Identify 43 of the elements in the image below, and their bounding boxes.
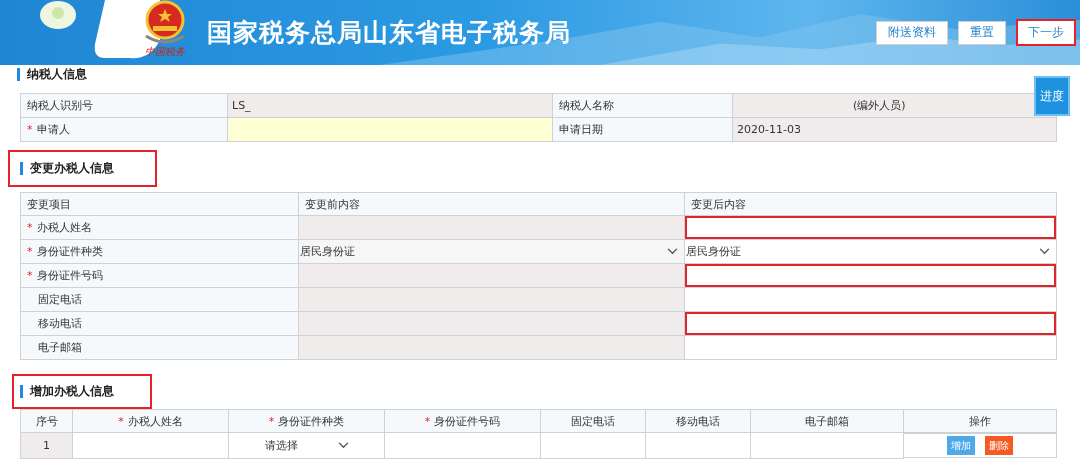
column-header: 移动电话 <box>645 409 751 433</box>
field-label: * 申请人 <box>20 117 228 142</box>
section-title: 增加办税人信息 <box>20 385 114 398</box>
input-field[interactable] <box>685 216 1056 239</box>
column-header: 操作 <box>903 409 1057 433</box>
column-header: 变更后内容 <box>684 192 1057 216</box>
field-label: * 办税人姓名 <box>20 215 299 240</box>
field-label: * 身份证件种类 <box>20 239 299 264</box>
field-label: 固定电话 <box>20 287 299 312</box>
input-field[interactable] <box>228 118 552 141</box>
add-button[interactable]: 增加 <box>946 436 975 455</box>
column-header: 变更项目 <box>20 192 299 216</box>
column-header: * 身份证件种类 <box>228 409 385 433</box>
field-label: 电子邮箱 <box>20 335 299 360</box>
field-label: 纳税人名称 <box>552 93 733 118</box>
chevron-down-icon <box>1039 248 1050 255</box>
field-label: 移动电话 <box>20 311 299 336</box>
chevron-down-icon <box>667 248 678 255</box>
column-header: * 办税人姓名 <box>72 409 229 433</box>
select-field[interactable]: 居民身份证 <box>299 240 684 263</box>
readonly-field: 2020-11-03 <box>733 118 1056 141</box>
column-header: 电子邮箱 <box>750 409 904 433</box>
field-label: 纳税人识别号 <box>20 93 228 118</box>
readonly-field: LS_ <box>228 94 552 117</box>
column-header: 固定电话 <box>540 409 646 433</box>
column-header: 变更前内容 <box>298 192 685 216</box>
progress-button[interactable]: 进度 <box>1034 76 1070 116</box>
chevron-down-icon <box>337 441 349 449</box>
field-label: * 身份证件号码 <box>20 263 299 288</box>
column-header: * 身份证件号码 <box>384 409 541 433</box>
table-cell: 1 <box>20 432 73 458</box>
header-button[interactable]: 附送资料 <box>876 20 948 45</box>
input-field[interactable] <box>685 312 1056 335</box>
section-title: 变更办税人信息 <box>20 162 114 175</box>
site-title: 国家税务总局山东省电子税务局 <box>207 17 571 49</box>
input-field[interactable] <box>685 264 1056 287</box>
delete-button[interactable]: 删除 <box>984 436 1013 455</box>
column-header: 序号 <box>20 409 73 433</box>
header-button[interactable]: 重置 <box>958 20 1006 45</box>
logo-text: 中国税务 <box>145 46 185 58</box>
section-title: 纳税人信息 <box>17 68 87 81</box>
field-label: 申请日期 <box>552 117 733 142</box>
header-button[interactable]: 下一步 <box>1016 19 1076 46</box>
